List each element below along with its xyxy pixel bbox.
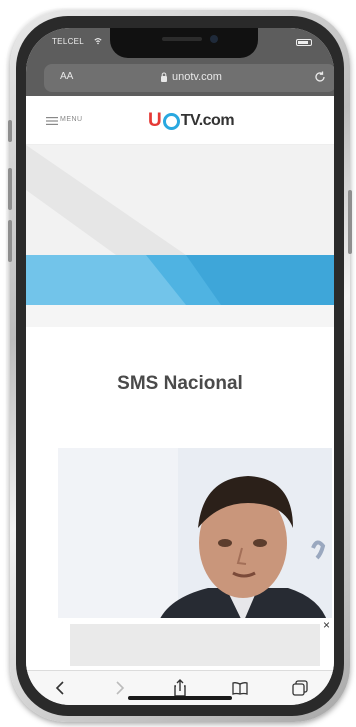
front-camera [210, 35, 218, 43]
site-header: MENU U TV.com [26, 96, 334, 145]
volume-down-button [8, 220, 12, 262]
lock-icon [161, 72, 167, 82]
section-title: SMS Nacional [117, 373, 243, 394]
ad-placeholder[interactable] [70, 624, 320, 666]
phone-screen: TELCEL AA unotv.com MENU U TV.com SMS Na… [26, 28, 334, 705]
tabs-icon[interactable] [290, 678, 310, 698]
logo-ring [162, 112, 180, 130]
speaker-grille [162, 37, 202, 41]
home-indicator[interactable] [128, 696, 232, 700]
logo-text: TV.com [180, 112, 235, 129]
wifi-icon [94, 38, 102, 45]
browser-address-area: AA unotv.com [26, 58, 334, 96]
url-text[interactable]: unotv.com [172, 71, 222, 83]
back-icon[interactable] [50, 678, 70, 698]
share-icon[interactable] [170, 678, 190, 698]
reload-icon[interactable] [314, 71, 326, 83]
menu-label[interactable]: MENU [60, 116, 83, 123]
portrait-photo [58, 448, 332, 623]
book-icon[interactable] [230, 678, 250, 698]
logo-letter: U [148, 110, 162, 131]
ad-banner: × [26, 618, 334, 670]
address-bar[interactable]: AA unotv.com [44, 64, 334, 92]
article-photo[interactable] [58, 448, 332, 623]
forward-icon[interactable] [110, 678, 130, 698]
site-logo[interactable]: U TV.com [148, 109, 235, 133]
hero-graphic [26, 145, 334, 327]
hamburger-icon[interactable] [46, 117, 58, 125]
carrier-label: TELCEL [52, 37, 85, 46]
battery-icon [296, 39, 312, 46]
power-button [348, 190, 352, 254]
text-size-button[interactable]: AA [60, 71, 73, 82]
mute-switch [8, 120, 12, 142]
close-icon[interactable]: × [323, 618, 330, 632]
notch [110, 28, 258, 58]
hero-banner [26, 145, 334, 327]
volume-up-button [8, 168, 12, 210]
